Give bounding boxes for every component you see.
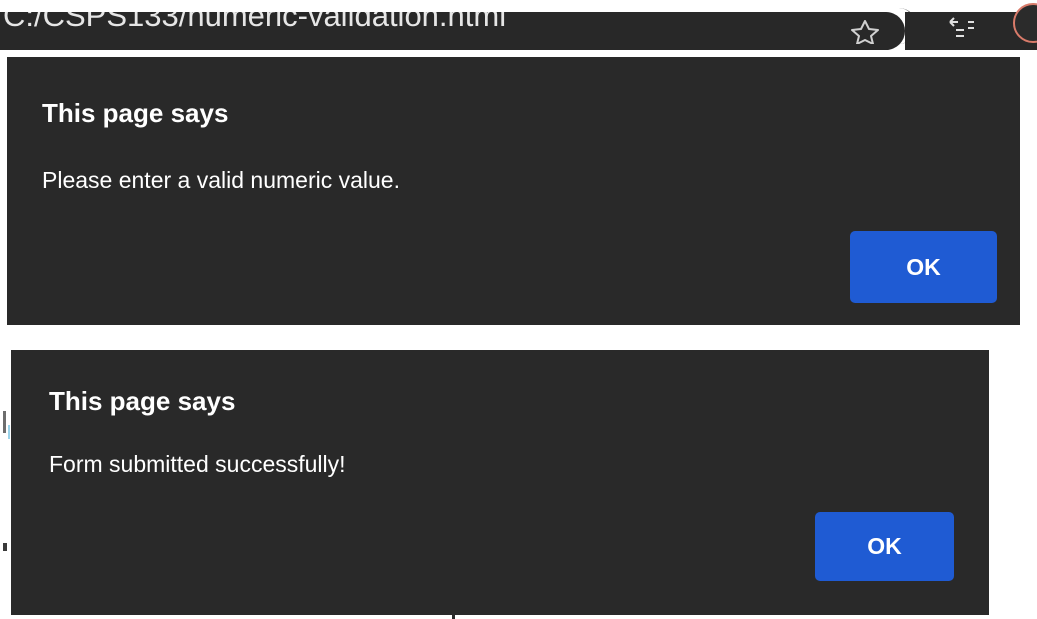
address-bar-url: C:/CSPS133/numeric-validation.html (3, 12, 507, 33)
ok-button[interactable]: OK (815, 512, 954, 581)
alert-dialog-numeric: This page says Please enter a valid nume… (7, 57, 1020, 325)
dialog-message: Form submitted successfully! (49, 451, 346, 477)
screenshot: C:/CSPS133/numeric-validation.html This … (0, 0, 1037, 619)
dialog-message: Please enter a valid numeric value. (42, 167, 400, 193)
page-fragment (3, 411, 6, 433)
alert-dialog-success: This page says Form submitted successful… (11, 350, 989, 615)
reading-list-icon[interactable] (948, 16, 982, 40)
ok-button[interactable]: OK (850, 231, 997, 303)
dialog-title: This page says (42, 98, 229, 128)
star-icon[interactable] (848, 20, 882, 44)
page-fragment (3, 543, 7, 551)
browser-toolbar: C:/CSPS133/numeric-validation.html (0, 0, 1037, 56)
address-bar[interactable]: C:/CSPS133/numeric-validation.html (0, 12, 905, 50)
page-fragment (8, 425, 10, 439)
dialog-title: This page says (49, 386, 236, 416)
